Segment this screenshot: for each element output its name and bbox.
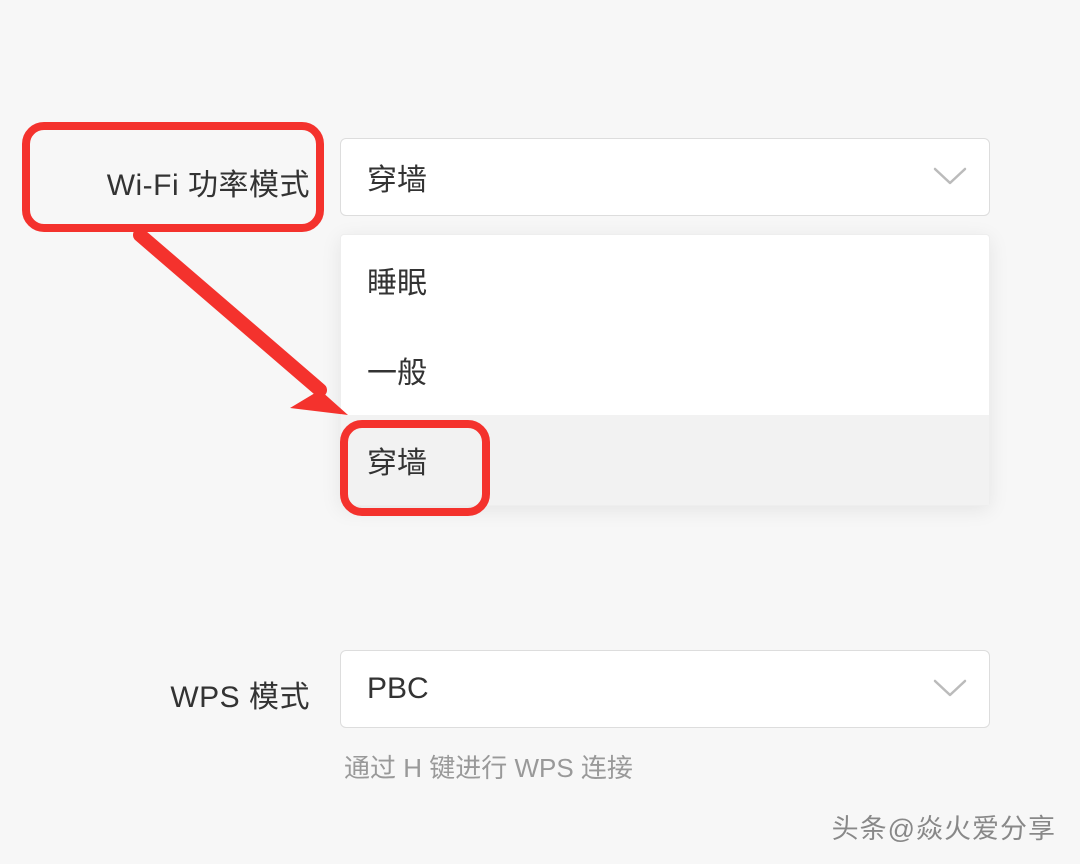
wifi-power-option-normal[interactable]: 一般 bbox=[341, 325, 989, 415]
wifi-power-select[interactable]: 穿墙 bbox=[340, 138, 990, 216]
wps-mode-label: WPS 模式 bbox=[0, 650, 340, 716]
option-label: 穿墙 bbox=[367, 438, 427, 482]
wps-mode-field: PBC 通过 H 键进行 WPS 连接 bbox=[340, 650, 990, 785]
wps-mode-select[interactable]: PBC bbox=[340, 650, 990, 728]
chevron-down-icon bbox=[933, 679, 967, 699]
wifi-power-option-sleep[interactable]: 睡眠 bbox=[341, 235, 989, 325]
wifi-power-label: Wi-Fi 功率模式 bbox=[0, 138, 340, 204]
wifi-power-dropdown: 睡眠 一般 穿墙 bbox=[340, 234, 990, 506]
watermark-text: 头条@焱火爱分享 bbox=[832, 807, 1056, 846]
annotation-arrow-icon bbox=[120, 215, 370, 435]
option-label: 一般 bbox=[367, 348, 427, 392]
wps-mode-row: WPS 模式 PBC 通过 H 键进行 WPS 连接 bbox=[0, 650, 990, 785]
wifi-power-selected-value: 穿墙 bbox=[367, 155, 427, 199]
wifi-power-row: Wi-Fi 功率模式 穿墙 睡眠 一般 穿墙 bbox=[0, 138, 990, 216]
wifi-power-option-wall[interactable]: 穿墙 bbox=[341, 415, 989, 505]
wifi-power-field: 穿墙 睡眠 一般 穿墙 bbox=[340, 138, 990, 216]
chevron-down-icon bbox=[933, 167, 967, 187]
wps-mode-selected-value: PBC bbox=[367, 672, 429, 706]
wps-mode-hint: 通过 H 键进行 WPS 连接 bbox=[340, 748, 990, 785]
option-label: 睡眠 bbox=[367, 258, 427, 302]
